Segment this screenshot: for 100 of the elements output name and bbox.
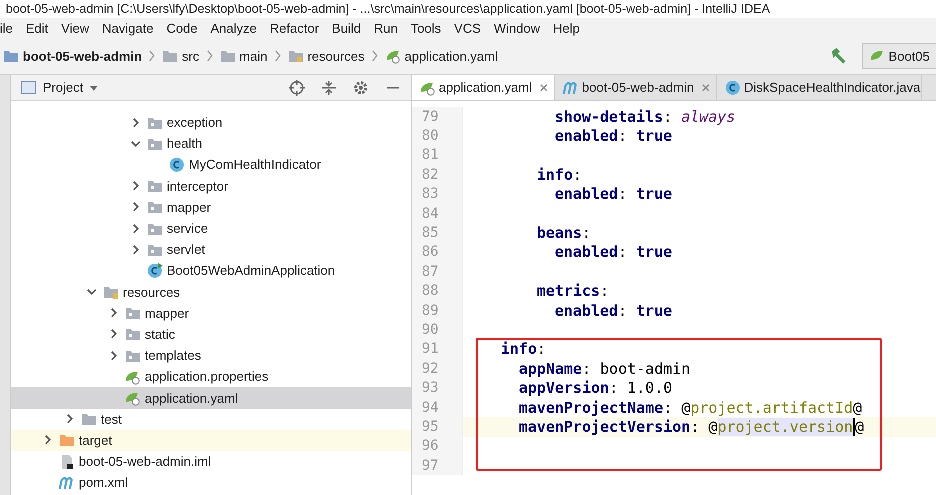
target-icon[interactable]	[289, 80, 305, 96]
tree-item[interactable]: mapper	[11, 302, 411, 324]
folder-icon	[103, 284, 119, 300]
line-number: 86	[412, 242, 463, 262]
line-number: 80	[412, 126, 463, 146]
panel-title[interactable]: Project	[43, 80, 84, 95]
line-number: 90	[412, 320, 463, 340]
line-number: 96	[412, 436, 463, 456]
chevron-right-icon[interactable]	[43, 435, 53, 446]
menu-item[interactable]: Analyze	[210, 20, 258, 36]
maven-icon	[59, 474, 75, 491]
tree-item[interactable]: target	[11, 430, 411, 451]
editor-tab[interactable]: DiskSpaceHealthIndicator.java	[717, 75, 922, 100]
breadcrumb[interactable]: src	[159, 48, 203, 64]
folder-icon	[59, 432, 75, 448]
tree-item[interactable]: application.properties	[11, 366, 411, 388]
tree-item[interactable]: exception	[11, 112, 411, 134]
breadcrumb[interactable]: resources	[284, 48, 368, 64]
close-icon[interactable]	[701, 82, 712, 92]
chevron-right-icon[interactable]	[131, 224, 141, 234]
tree-item[interactable]: application.yaml	[11, 387, 411, 409]
line-number: 82	[412, 165, 463, 185]
tree-item[interactable]: test	[11, 408, 411, 430]
close-icon[interactable]	[539, 82, 550, 92]
menu-item[interactable]: Refactor	[270, 20, 320, 36]
window-icon	[21, 80, 37, 96]
chevron-down-icon[interactable]	[87, 287, 97, 298]
tree-item[interactable]: health	[11, 133, 411, 154]
breadcrumb[interactable]: main	[216, 48, 271, 64]
chevron-right-icon[interactable]	[109, 350, 119, 361]
tree-item[interactable]: resources	[11, 282, 411, 303]
chevron-right-icon[interactable]	[109, 308, 119, 318]
chevron-right-icon	[206, 48, 214, 64]
run-configuration[interactable]: Boot05	[862, 43, 936, 69]
folder-icon	[125, 326, 141, 342]
editor-tab[interactable]: application.yaml	[412, 75, 556, 100]
tree-item[interactable]: boot-05-web-admin.iml	[11, 451, 411, 472]
tree-item[interactable]: interceptor	[11, 176, 411, 197]
menu-item[interactable]: VCS	[454, 20, 482, 36]
menu-item[interactable]: Help	[553, 20, 580, 36]
line-number: 94	[412, 398, 463, 418]
tree-item[interactable]: mapper	[11, 196, 411, 218]
line-number: 91	[412, 340, 463, 360]
code-line: appVersion: 1.0.0	[519, 379, 673, 398]
line-number: 92	[412, 359, 463, 378]
menu-item[interactable]: ile	[0, 20, 14, 36]
collapse-icon[interactable]	[321, 80, 337, 96]
menu-item[interactable]: Run	[374, 20, 398, 36]
file-icon	[59, 454, 75, 470]
tree-item[interactable]: MyComHealthIndicator	[11, 154, 411, 176]
chevron-right-icon[interactable]	[131, 244, 141, 255]
tree-item[interactable]: pom.xml	[11, 472, 411, 494]
chevron-right-icon[interactable]	[109, 329, 119, 340]
window-title: boot-05-web-admin [C:\Users\lfy\Desktop\boot-05-web-admin] - ...\src\main\resources\application.yaml [boot-05-web-admin] - IntelliJ IDEA	[6, 2, 770, 16]
folder-icon	[147, 199, 163, 216]
folder-icon	[288, 48, 304, 64]
code-line: beans:	[537, 224, 592, 242]
menu-item[interactable]: View	[61, 20, 90, 36]
chevron-right-icon[interactable]	[131, 181, 141, 192]
leaf-icon	[125, 390, 141, 406]
tree-item[interactable]: Boot05WebAdminApplication	[11, 260, 411, 282]
folder-icon	[147, 178, 163, 194]
settings-icon[interactable]	[353, 80, 369, 96]
tree-item[interactable]: service	[11, 218, 411, 240]
folder-icon	[220, 48, 236, 64]
code-line: enabled: true	[555, 302, 672, 320]
menu-item[interactable]: Tools	[410, 20, 442, 36]
chevron-right-icon	[370, 48, 379, 64]
menu-item[interactable]: Window	[494, 20, 540, 36]
line-number: 97	[412, 456, 463, 476]
folder-icon	[162, 48, 178, 64]
code-line: show-details: always	[555, 108, 736, 126]
chevron-right-icon[interactable]	[65, 414, 75, 424]
tree-item[interactable]: templates	[11, 345, 411, 366]
code-line: enabled: true	[555, 185, 672, 204]
breadcrumb[interactable]: boot-05-web-admin	[0, 48, 146, 64]
menu-item[interactable]: Edit	[26, 20, 48, 36]
menu-item[interactable]: Code	[166, 20, 198, 36]
editor-tab[interactable]: boot-05-web-admin	[555, 75, 718, 100]
line-number: 79	[412, 107, 463, 126]
chevron-right-icon	[274, 48, 282, 64]
maven-icon	[563, 80, 580, 96]
chevron-down-icon[interactable]	[131, 138, 141, 149]
menu-item[interactable]: Navigate	[102, 20, 154, 36]
code-line: metrics:	[537, 282, 610, 300]
code-line: enabled: true	[555, 127, 672, 146]
tree-item[interactable]: static	[11, 324, 411, 346]
leaf-icon	[384, 48, 401, 64]
class-icon	[725, 80, 742, 96]
folder-icon	[125, 305, 141, 322]
code-line: enabled: true	[555, 243, 672, 262]
breadcrumb[interactable]: application.yaml	[382, 48, 501, 64]
line-number: 88	[412, 282, 463, 301]
chevron-right-icon[interactable]	[131, 202, 141, 212]
line-number: 89	[412, 300, 463, 320]
menu-item[interactable]: Build	[332, 20, 362, 36]
code-line: mavenProjectVersion: @project.version@	[519, 418, 864, 436]
class-icon	[169, 156, 185, 173]
tree-item[interactable]: servlet	[11, 239, 411, 260]
chevron-right-icon[interactable]	[131, 118, 141, 128]
